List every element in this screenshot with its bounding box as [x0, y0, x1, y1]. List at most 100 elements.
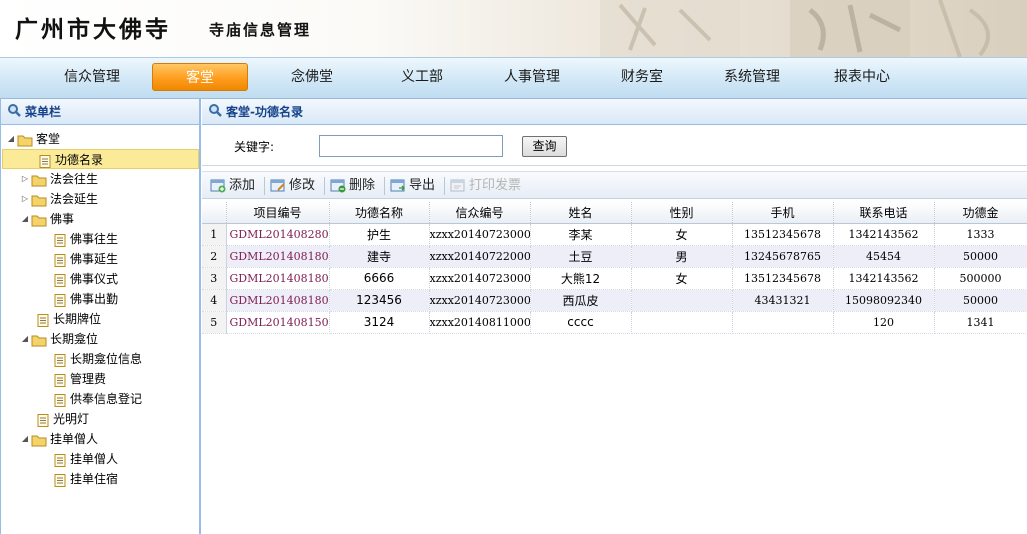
- column-header[interactable]: 项目编号: [226, 202, 330, 224]
- nav-item-reception-hall[interactable]: 客堂: [152, 63, 248, 91]
- table-cell: xzxx201408110000: [429, 311, 531, 334]
- add-button[interactable]: 添加: [210, 176, 260, 196]
- table-row[interactable]: 4 GDML2014081800 123456 xzxx201407230000 西瓜皮…: [202, 289, 1027, 312]
- column-header[interactable]: 性别: [631, 202, 733, 224]
- collapsed-arrow-icon[interactable]: ▷: [20, 189, 30, 209]
- expanded-arrow-icon[interactable]: ◢: [20, 429, 30, 449]
- table-cell: xzxx201407230000: [429, 267, 531, 290]
- tree-folder[interactable]: ◢ 客堂: [1, 129, 199, 149]
- table-row[interactable]: 3 GDML2014081800 6666 xzxx201407230000 大熊12 女…: [202, 267, 1027, 290]
- sidebar-menu: 菜单栏 ◢ 客堂 功德名录 ▷ 法会往生 ▷ 法会延生 ◢ 佛事 佛事往生 佛事延生 佛事仪式 佛事出勤…: [0, 99, 201, 534]
- nav-item-hr[interactable]: 人事管理: [492, 63, 572, 91]
- tree-folder[interactable]: ▷ 法会往生: [1, 169, 199, 189]
- tree-label: 管理费: [70, 372, 107, 386]
- tree-item[interactable]: 供奉信息登记: [1, 389, 199, 409]
- app-title: 广州市大佛寺: [15, 16, 171, 43]
- nav-item-volunteers[interactable]: 义工部: [386, 63, 458, 91]
- page-icon: [54, 473, 66, 493]
- tree-label: 长期龛位信息: [70, 352, 143, 366]
- column-header[interactable]: [202, 202, 227, 224]
- tree-label: 佛事仪式: [70, 272, 119, 286]
- column-header[interactable]: 功德名称: [329, 202, 430, 224]
- expanded-arrow-icon[interactable]: ◢: [20, 329, 30, 349]
- tree-item[interactable]: 佛事出勤: [1, 289, 199, 309]
- column-header[interactable]: 姓名: [530, 202, 632, 224]
- tree-item[interactable]: 长期龛位信息: [1, 349, 199, 369]
- delete-button[interactable]: 删除: [330, 176, 380, 196]
- tree-folder[interactable]: ◢ 长期龛位: [1, 329, 199, 349]
- sidebar-title: 菜单栏: [25, 105, 62, 119]
- main-nav-bar: 信众管理 客堂 念佛堂 义工部 人事管理 财务室 系统管理 报表中心: [0, 57, 1027, 99]
- column-header[interactable]: 功德金: [934, 202, 1027, 224]
- column-header[interactable]: 手机: [732, 202, 834, 224]
- tree-item[interactable]: 长期牌位: [1, 309, 199, 329]
- export-button[interactable]: 导出: [390, 176, 440, 196]
- table-cell: 43431321: [732, 289, 834, 312]
- nav-item-system[interactable]: 系统管理: [712, 63, 792, 91]
- keyword-label: 关键字:: [234, 140, 275, 154]
- tree-label: 挂单僧人: [50, 432, 99, 446]
- tree-folder[interactable]: ▷ 法会延生: [1, 189, 199, 209]
- toolbar-divider: [444, 177, 445, 195]
- edit-button-label: 修改: [289, 178, 316, 193]
- tree-label: 光明灯: [53, 412, 90, 426]
- merit-list-table: 项目编号 功德名称 信众编号 姓名 性别 手机 联系电话 功德金 1 GDML201408280…: [202, 202, 1027, 334]
- table-cell: 15098092340: [833, 289, 935, 312]
- edit-icon: [270, 179, 285, 192]
- tree-label: 佛事延生: [70, 252, 119, 266]
- print-invoice-button[interactable]: 打印发票: [450, 176, 526, 196]
- table-cell: 李某: [530, 223, 632, 246]
- table-cell: GDML2014082800: [226, 223, 330, 246]
- collapsed-arrow-icon[interactable]: ▷: [20, 169, 30, 189]
- table-cell: GDML2014081500: [226, 311, 330, 334]
- tree-item[interactable]: 佛事仪式: [1, 269, 199, 289]
- table-cell: GDML2014081800: [226, 245, 330, 268]
- table-cell: 1333: [934, 223, 1027, 246]
- table-cell: 123456: [329, 289, 430, 312]
- tree-label: 长期牌位: [53, 312, 102, 326]
- nav-item-chanting-hall[interactable]: 念佛堂: [276, 63, 348, 91]
- main-panel-title: 客堂-功德名录: [226, 105, 303, 119]
- nav-item-believers[interactable]: 信众管理: [52, 63, 132, 91]
- tree-item[interactable]: 挂单住宿: [1, 469, 199, 489]
- table-cell: 护生: [329, 223, 430, 246]
- table-cell: 西瓜皮: [530, 289, 632, 312]
- nav-item-reports[interactable]: 报表中心: [822, 63, 902, 91]
- tree-item[interactable]: 佛事往生: [1, 229, 199, 249]
- tree-item[interactable]: 功德名录: [2, 149, 199, 169]
- search-button[interactable]: 查询: [522, 136, 567, 157]
- tree-label: 法会往生: [50, 172, 99, 186]
- column-header[interactable]: 联系电话: [833, 202, 935, 224]
- row-number: 4: [202, 289, 227, 312]
- tree-label: 法会延生: [50, 192, 99, 206]
- tree-item[interactable]: 管理费: [1, 369, 199, 389]
- expanded-arrow-icon[interactable]: ◢: [20, 209, 30, 229]
- row-number: 1: [202, 223, 227, 246]
- main-panel-header: 客堂-功德名录: [202, 99, 1027, 125]
- row-number: 5: [202, 311, 227, 334]
- expanded-arrow-icon[interactable]: ◢: [6, 129, 16, 149]
- table-row[interactable]: 2 GDML2014081800 建寺 xzxx201407220000 土豆男 1324…: [202, 245, 1027, 268]
- tree-label: 佛事往生: [70, 232, 119, 246]
- tree-folder[interactable]: ◢ 挂单僧人: [1, 429, 199, 449]
- edit-button[interactable]: 修改: [270, 176, 320, 196]
- tree-label: 佛事: [50, 212, 75, 226]
- sidebar-header: 菜单栏: [1, 99, 199, 125]
- tree-item[interactable]: 佛事延生: [1, 249, 199, 269]
- column-header[interactable]: 信众编号: [429, 202, 531, 224]
- delete-button-label: 删除: [349, 178, 376, 193]
- table-row[interactable]: 1 GDML2014082800 护生 xzxx201407230000 李某女 1351…: [202, 223, 1027, 246]
- tree-item[interactable]: 光明灯: [1, 409, 199, 429]
- tree-item[interactable]: 挂单僧人: [1, 449, 199, 469]
- keyword-input[interactable]: [319, 135, 503, 157]
- table-cell: xzxx201407230000: [429, 223, 531, 246]
- toolbar-divider: [324, 177, 325, 195]
- tree-label: 长期龛位: [50, 332, 99, 346]
- table-cell: 建寺: [329, 245, 430, 268]
- nav-item-finance[interactable]: 财务室: [606, 63, 678, 91]
- table-cell: GDML2014081800: [226, 267, 330, 290]
- app-subtitle: 寺庙信息管理: [209, 21, 312, 39]
- tree-folder[interactable]: ◢ 佛事: [1, 209, 199, 229]
- table-cell: 50000: [934, 289, 1027, 312]
- table-row[interactable]: 5 GDML2014081500 3124 xzxx201408110000 cccc 1…: [202, 311, 1027, 334]
